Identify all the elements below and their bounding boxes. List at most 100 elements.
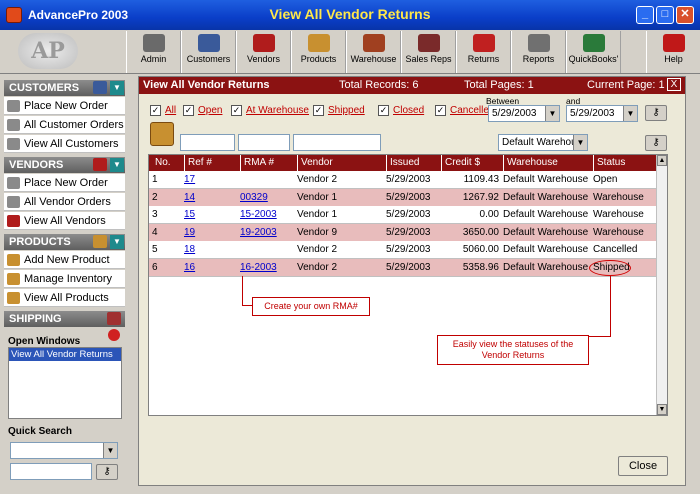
- cell-ref[interactable]: 19: [184, 224, 236, 242]
- cell-vendor: Vendor 2: [297, 261, 338, 273]
- date-to-select[interactable]: 5/29/2003 ▼: [566, 105, 638, 122]
- open-window-item[interactable]: View All Vendor Returns: [9, 348, 121, 361]
- minimize-button[interactable]: _: [636, 6, 654, 24]
- quick-search-type-select[interactable]: ▼: [10, 442, 118, 459]
- scroll-down-icon[interactable]: ▼: [657, 404, 667, 415]
- sidebar-item-add-new-product[interactable]: Add New Product: [4, 251, 125, 269]
- chevron-down-icon: ▼: [545, 106, 559, 121]
- vertical-scrollbar[interactable]: ▲ ▼: [656, 155, 667, 415]
- window-close-button[interactable]: ✕: [676, 6, 694, 24]
- shipping-section-header[interactable]: SHIPPING: [4, 311, 125, 327]
- table-row[interactable]: 6 16 16-2003 Vendor 2 5/29/2003 5358.96 Defaul…: [149, 258, 658, 277]
- filter-checkbox-cancelled[interactable]: ✓ Cancelled: [435, 105, 494, 116]
- toolbar-vendors-button[interactable]: Vendors: [236, 31, 291, 73]
- cell-rma[interactable]: 19-2003: [240, 224, 293, 242]
- shipping-section-title: SHIPPING: [9, 313, 62, 325]
- quick-search-input[interactable]: [10, 463, 92, 480]
- callout-line: [242, 305, 252, 306]
- sidebar-item-view-all-customers[interactable]: View All Customers: [4, 135, 125, 153]
- filter-checkbox-all[interactable]: ✓ All: [150, 105, 176, 116]
- search-date-button[interactable]: ⚷: [645, 105, 667, 121]
- cell-vendor: Vendor 9: [297, 226, 338, 238]
- column-header[interactable]: Vendor: [297, 155, 333, 171]
- sidebar-item-view-all-vendors[interactable]: View All Vendors: [4, 212, 125, 230]
- toolbar-help-button[interactable]: Help: [646, 31, 700, 73]
- quick-search-button[interactable]: ⚷: [96, 464, 118, 480]
- column-header[interactable]: Status: [593, 155, 625, 171]
- column-header[interactable]: Warehouse: [503, 155, 558, 171]
- toolbar-products-button[interactable]: Products: [291, 31, 346, 73]
- cell-credit: 0.00: [479, 209, 499, 220]
- scroll-up-icon[interactable]: ▲: [657, 155, 667, 166]
- pushpin-icon[interactable]: [108, 329, 120, 341]
- search-grid-button[interactable]: ⚷: [645, 135, 667, 151]
- cell-ref[interactable]: 14: [184, 189, 236, 207]
- cell-rma[interactable]: [240, 171, 293, 189]
- toolbar-reports-button[interactable]: Reports: [511, 31, 566, 73]
- filter-checkbox-at-warehouse[interactable]: ✓ At Warehouse: [231, 105, 309, 116]
- table-row[interactable]: 4 19 19-2003 Vendor 9 5/29/2003 3650.00 Defaul…: [149, 223, 658, 242]
- column-header[interactable]: Ref #: [184, 155, 212, 171]
- sidebar-item-manage-inventory[interactable]: Manage Inventory: [4, 270, 125, 288]
- close-button[interactable]: Close: [618, 456, 668, 476]
- sidebar-item-view-all-products[interactable]: View All Products: [4, 289, 125, 307]
- table-row[interactable]: 3 15 15-2003 Vendor 1 5/29/2003 0.00 Default W…: [149, 206, 658, 224]
- customers-section-header[interactable]: CUSTOMERS ▼: [4, 80, 125, 96]
- rma-search-input[interactable]: [238, 134, 290, 151]
- products-icon: [307, 34, 330, 52]
- checkbox-icon[interactable]: ✓: [150, 105, 161, 116]
- checkbox-icon[interactable]: ✓: [231, 105, 242, 116]
- sidebar-item-all-customer-orders[interactable]: All Customer Orders: [4, 116, 125, 134]
- cell-rma[interactable]: 15-2003: [240, 206, 293, 224]
- cell-ref[interactable]: 15: [184, 206, 236, 224]
- collapse-arrow-icon[interactable]: ▼: [110, 235, 124, 249]
- table-row[interactable]: 2 14 00329 Vendor 1 5/29/2003 1267.92 Default …: [149, 188, 658, 207]
- sidebar-item-customer-place-new-order[interactable]: Place New Order: [4, 97, 125, 115]
- cell-credit: 5358.96: [462, 261, 499, 273]
- cell-rma[interactable]: 16-2003: [240, 259, 293, 277]
- collapse-arrow-icon[interactable]: ▼: [110, 81, 124, 95]
- toolbar-quickbooks-button[interactable]: QuickBooks': [566, 31, 621, 73]
- vendors-list-icon: [7, 215, 20, 227]
- checkbox-icon[interactable]: ✓: [313, 105, 324, 116]
- cell-rma[interactable]: 00329: [240, 189, 293, 207]
- table-row[interactable]: 5 18 Vendor 2 5/29/2003 5060.00 Default Wareh…: [149, 241, 658, 259]
- toolbar-warehouse-button[interactable]: Warehouse: [346, 31, 401, 73]
- toolbar-customers-button[interactable]: Customers: [181, 31, 236, 73]
- products-section-header[interactable]: PRODUCTS ▼: [4, 234, 125, 250]
- cell-ref[interactable]: 16: [184, 259, 236, 277]
- checkbox-icon[interactable]: ✓: [183, 105, 194, 116]
- cell-credit: 1267.92: [462, 191, 499, 203]
- total-records: Total Records: 6: [339, 79, 419, 91]
- column-header[interactable]: Credit $: [441, 155, 480, 171]
- column-header[interactable]: RMA #: [240, 155, 274, 171]
- cell-status: Warehouse: [593, 226, 644, 238]
- cell-issued: 5/29/2003: [386, 244, 431, 255]
- ref-search-input[interactable]: [180, 134, 235, 151]
- column-header[interactable]: No.: [152, 155, 171, 171]
- collapse-arrow-icon[interactable]: ▼: [110, 158, 124, 172]
- vendors-section-header[interactable]: VENDORS ▼: [4, 157, 125, 173]
- column-header[interactable]: Issued: [386, 155, 419, 171]
- order-icon: [7, 100, 20, 112]
- sidebar-item-all-vendor-orders[interactable]: All Vendor Orders: [4, 193, 125, 211]
- date-from-select[interactable]: 5/29/2003 ▼: [488, 105, 560, 122]
- checkbox-icon[interactable]: ✓: [435, 105, 446, 116]
- filter-checkbox-open[interactable]: ✓ Open: [183, 105, 222, 116]
- toolbar-sales-reps-button[interactable]: Sales Reps: [401, 31, 456, 73]
- cell-vendor: Vendor 2: [297, 244, 338, 255]
- cell-ref[interactable]: 17: [184, 171, 236, 189]
- maximize-button[interactable]: □: [656, 6, 674, 24]
- filter-checkbox-shipped[interactable]: ✓ Shipped: [313, 105, 365, 116]
- warehouse-filter-select[interactable]: Default Warehou ▼: [498, 134, 588, 151]
- cell-rma[interactable]: [240, 241, 293, 259]
- filter-checkbox-closed[interactable]: ✓ Closed: [378, 105, 424, 116]
- toolbar-returns-button[interactable]: Returns: [456, 31, 511, 73]
- sidebar-item-vendor-place-new-order[interactable]: Place New Order: [4, 174, 125, 192]
- cell-ref[interactable]: 18: [184, 241, 236, 259]
- vendor-search-input[interactable]: [293, 134, 381, 151]
- panel-close-button[interactable]: X: [667, 78, 681, 91]
- toolbar-admin-button[interactable]: Admin: [126, 31, 181, 73]
- checkbox-icon[interactable]: ✓: [378, 105, 389, 116]
- table-row[interactable]: 1 17 Vendor 2 5/29/2003 1109.43 Default Wareh…: [149, 171, 658, 189]
